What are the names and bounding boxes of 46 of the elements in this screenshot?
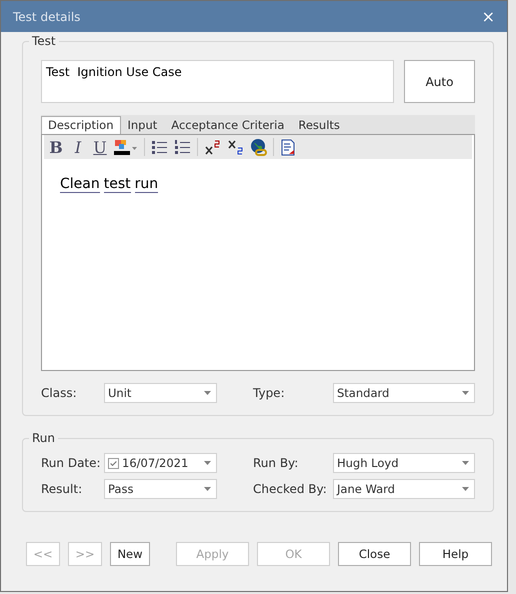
close-button[interactable]: ×	[482, 8, 495, 24]
dropdown-caret-icon[interactable]	[462, 461, 469, 465]
dialog-button[interactable]: Close	[338, 542, 411, 566]
dropdown-field[interactable]: Standard	[333, 383, 475, 403]
window-title: Test details	[13, 10, 80, 24]
dialog-button[interactable]: New	[110, 542, 150, 566]
bullets-icon[interactable]	[151, 138, 168, 156]
dropdown-field[interactable]: Hugh Loyd	[333, 453, 475, 473]
tab[interactable]: Acceptance Criteria	[164, 116, 292, 134]
dropdown-field[interactable]: Pass	[104, 479, 217, 499]
dropdown-field[interactable]: Jane Ward	[333, 479, 475, 499]
dialog-button[interactable]: Help	[419, 542, 492, 566]
numbers-icon[interactable]	[174, 138, 191, 156]
dropdown-caret-icon[interactable]	[204, 391, 211, 395]
subscript-icon[interactable]	[227, 138, 244, 156]
color-icon[interactable]	[114, 138, 138, 156]
test-name-field[interactable]: Test Ignition Use Case	[41, 60, 394, 103]
description-word: run	[134, 176, 158, 193]
checkbox[interactable]	[108, 458, 119, 468]
group-legend: Test	[29, 34, 59, 48]
field-label: Run By:	[253, 456, 300, 470]
description-word: test	[104, 176, 131, 193]
dropdown-caret-icon[interactable]	[462, 487, 469, 491]
field-label: Class:	[41, 386, 78, 400]
group-legend: Run	[29, 431, 58, 445]
hyperlink-icon[interactable]	[250, 138, 267, 156]
dropdown-field[interactable]: Unit	[104, 383, 217, 403]
bold-button[interactable]: B	[48, 138, 64, 156]
italic-button[interactable]: I	[70, 138, 86, 156]
tab[interactable]: Input	[120, 116, 164, 134]
superscript-icon[interactable]	[204, 138, 221, 156]
field-label: Checked By:	[253, 482, 328, 496]
dropdown-caret-icon[interactable]	[204, 487, 211, 491]
tab[interactable]: Description	[41, 116, 120, 134]
underline-button[interactable]: U	[92, 138, 108, 156]
field-label: Run Date:	[41, 456, 102, 470]
document-icon[interactable]	[280, 138, 297, 156]
field-label: Type:	[253, 386, 286, 400]
dropdown-field[interactable]: 16/07/2021	[104, 453, 217, 473]
tab[interactable]: Results	[291, 116, 347, 134]
dropdown-caret-icon[interactable]	[462, 391, 469, 395]
dropdown-caret-icon[interactable]	[204, 461, 211, 465]
description-word: Clean	[60, 176, 100, 193]
field-label: Result:	[41, 482, 84, 496]
auto-button[interactable]: Auto	[404, 60, 475, 103]
description-editor[interactable]: B I U Clean test run	[41, 134, 475, 371]
